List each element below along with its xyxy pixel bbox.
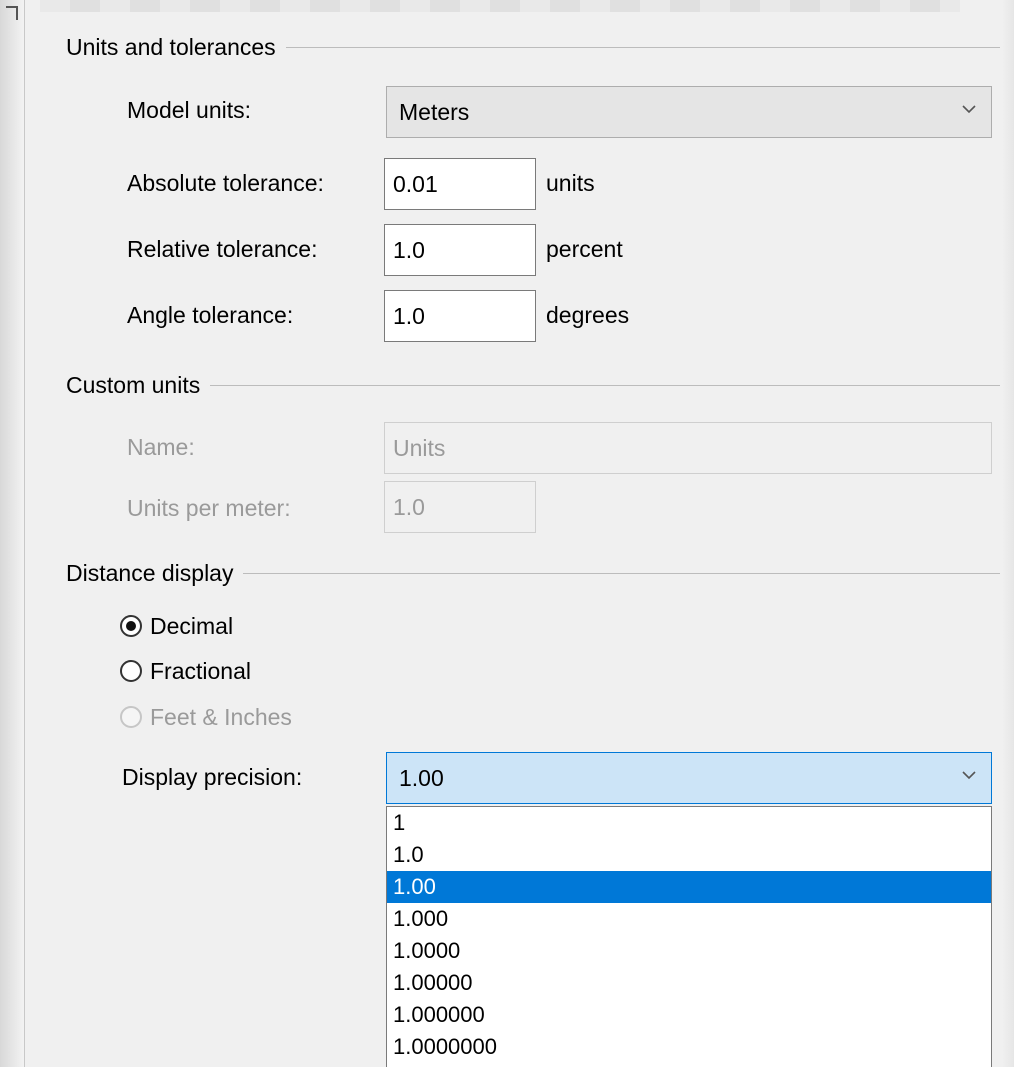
absolute-tolerance-unit: units (546, 170, 595, 196)
chevron-down-icon (962, 105, 976, 114)
radio-decimal[interactable]: Decimal (120, 606, 233, 646)
group-title: Custom units (66, 371, 201, 398)
custom-name-input[interactable]: Units (384, 422, 992, 474)
precision-option[interactable]: 1.00000 (387, 967, 991, 999)
group-title: Units and tolerances (66, 33, 276, 60)
radio-fractional[interactable]: Fractional (120, 651, 251, 691)
precision-option[interactable]: 1.000000 (387, 999, 991, 1031)
radio-label: Feet & Inches (150, 703, 292, 730)
model-units-value: Meters (399, 99, 470, 125)
precision-option[interactable]: 1.000 (387, 903, 991, 935)
units-per-meter-label: Units per meter: (127, 495, 291, 521)
group-divider (243, 572, 1000, 574)
group-divider (210, 384, 1000, 386)
display-precision-value: 1.00 (399, 765, 444, 791)
absolute-tolerance-input[interactable]: 0.01 (384, 158, 536, 210)
group-title: Distance display (66, 559, 234, 586)
group-divider (285, 46, 1000, 48)
units-and-tolerances-header: Units and tolerances (66, 32, 1000, 62)
bracket-icon (6, 6, 18, 20)
model-units-label: Model units: (127, 97, 252, 123)
chevron-down-icon (962, 771, 976, 780)
relative-tolerance-input[interactable]: 1.0 (384, 224, 536, 276)
precision-option-selected[interactable]: 1.00 (387, 871, 991, 903)
custom-name-label: Name: (127, 434, 195, 460)
angle-tolerance-label: Angle tolerance: (127, 302, 294, 328)
top-toolbar-remnant (40, 0, 960, 12)
radio-button-checked[interactable] (120, 615, 142, 637)
units-per-meter-input[interactable]: 1.0 (384, 481, 536, 533)
precision-option[interactable]: 1.0 (387, 839, 991, 871)
custom-units-header: Custom units (66, 370, 1000, 400)
radio-label: Fractional (150, 657, 251, 684)
precision-option[interactable]: 1.0000000 (387, 1031, 991, 1063)
distance-display-header: Distance display (66, 558, 1000, 588)
angle-tolerance-unit: degrees (546, 302, 630, 328)
radio-button[interactable] (120, 660, 142, 682)
precision-option[interactable]: 1.0000 (387, 935, 991, 967)
radio-feet-inches[interactable]: Feet & Inches (120, 697, 292, 737)
model-units-select[interactable]: Meters (386, 86, 992, 138)
precision-option[interactable]: 1 (387, 807, 991, 839)
relative-tolerance-label: Relative tolerance: (127, 236, 318, 262)
relative-tolerance-unit: percent (546, 236, 623, 262)
radio-label: Decimal (150, 612, 234, 639)
display-precision-select[interactable]: 1.00 (386, 752, 992, 804)
precision-dropdown-list[interactable]: 1 1.0 1.00 1.000 1.0000 1.00000 1.000000… (386, 806, 992, 1067)
left-panel-edge (0, 0, 25, 1067)
right-panel-edge (1002, 0, 1014, 1067)
absolute-tolerance-label: Absolute tolerance: (127, 170, 324, 196)
radio-button-disabled[interactable] (120, 706, 142, 728)
angle-tolerance-input[interactable]: 1.0 (384, 290, 536, 342)
display-precision-label: Display precision: (122, 764, 303, 790)
